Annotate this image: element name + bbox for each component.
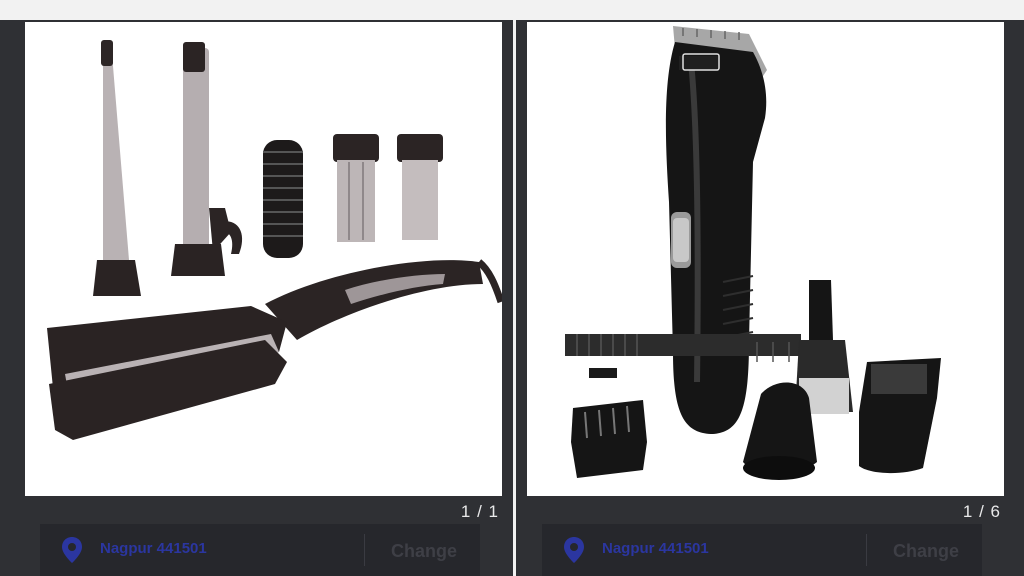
product-card-left: 1 / 1 Nagpur 441501 Change — [14, 20, 513, 576]
delivery-location-bar[interactable]: Nagpur 441501 Change — [542, 524, 982, 576]
product-image-trimmer[interactable] — [527, 22, 1004, 496]
product-image-hair-styler[interactable] — [25, 22, 502, 496]
divider — [866, 534, 867, 566]
location-pin-icon — [62, 537, 82, 563]
change-location-button[interactable]: Change — [374, 534, 474, 566]
divider — [364, 534, 365, 566]
location-text: Nagpur 441501 — [602, 540, 709, 557]
image-counter: 1 / 6 — [962, 502, 1001, 521]
change-location-button[interactable]: Change — [876, 534, 976, 566]
left-edge-strip — [0, 20, 14, 576]
product-card-right: 1 / 6 Nagpur 441501 Change — [516, 20, 1015, 576]
image-counter: 1 / 1 — [460, 502, 499, 521]
delivery-location-bar[interactable]: Nagpur 441501 Change — [40, 524, 480, 576]
location-text: Nagpur 441501 — [100, 540, 207, 557]
hair-styler-illustration — [47, 40, 502, 440]
trimmer-illustration — [565, 26, 941, 480]
location-pin-icon — [564, 537, 584, 563]
